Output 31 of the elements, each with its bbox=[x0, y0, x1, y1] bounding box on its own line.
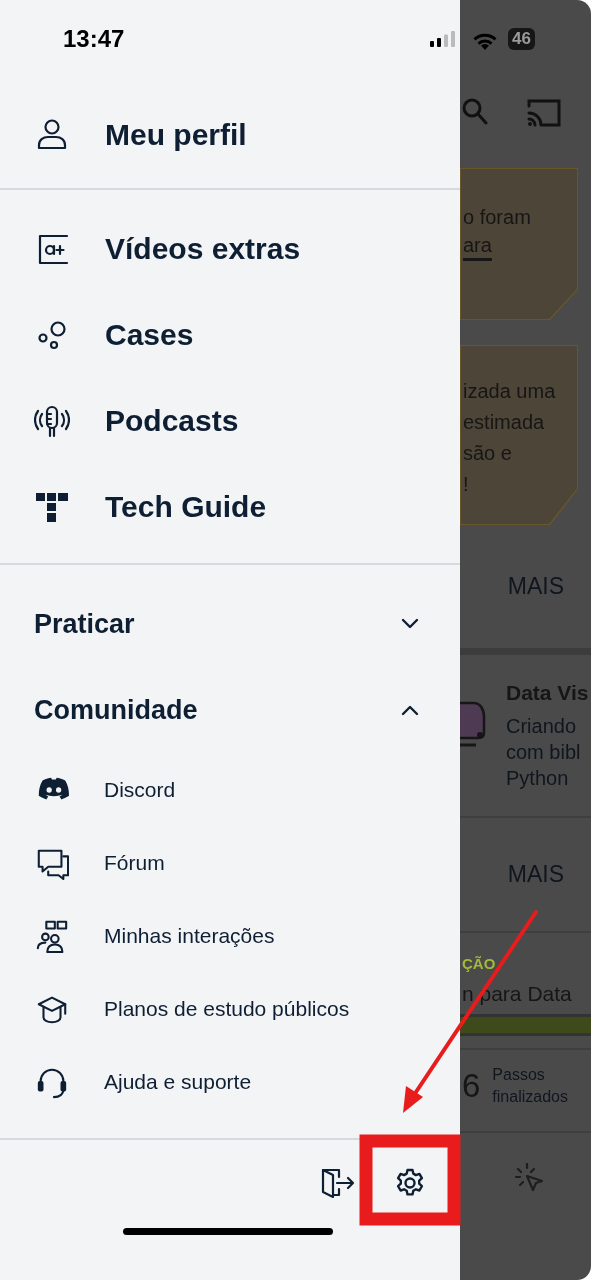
course-description: Python bbox=[506, 766, 570, 791]
sparkle-cursor-icon[interactable] bbox=[514, 1163, 545, 1193]
signal-icon bbox=[430, 31, 458, 47]
logout-icon[interactable] bbox=[320, 1166, 356, 1199]
track-tag: ÇÃO bbox=[460, 955, 591, 972]
notice-text: izada uma bbox=[463, 379, 557, 404]
battery-level: 46 bbox=[508, 28, 535, 50]
status-time: 13:47 bbox=[63, 24, 125, 53]
submenu-item[interactable]: Fórum bbox=[104, 850, 165, 875]
course-description: Criando bbox=[506, 714, 578, 739]
profile-link[interactable]: Meu perfil bbox=[105, 118, 247, 152]
submenu-item[interactable]: Ajuda e suporte bbox=[104, 1069, 252, 1094]
submenu-item[interactable]: Minhas interações bbox=[104, 923, 275, 948]
submenu-item[interactable]: Planos de estudo públicos bbox=[104, 996, 350, 1021]
section-header[interactable]: Comunidade bbox=[34, 694, 198, 726]
course-description: com bibl bbox=[506, 740, 582, 765]
submenu-item[interactable]: Discord bbox=[104, 777, 176, 802]
cast-icon[interactable] bbox=[526, 98, 562, 128]
step-label: Passos finalizados bbox=[492, 1065, 569, 1107]
menu-item[interactable]: Cases bbox=[105, 318, 194, 352]
wifi-icon bbox=[472, 31, 498, 51]
notice-text: estimada bbox=[463, 410, 546, 435]
people-chat-icon bbox=[35, 918, 69, 953]
menu-item[interactable]: Vídeos extras bbox=[105, 232, 301, 266]
section-header[interactable]: Praticar bbox=[34, 608, 135, 640]
notice-text: são e bbox=[463, 441, 513, 466]
menu-item[interactable]: Podcasts bbox=[105, 404, 239, 438]
search-icon[interactable] bbox=[462, 98, 488, 126]
notice-text: ! bbox=[463, 472, 470, 497]
menu-item[interactable]: Tech Guide bbox=[105, 490, 267, 524]
settings-icon[interactable] bbox=[394, 1166, 426, 1199]
